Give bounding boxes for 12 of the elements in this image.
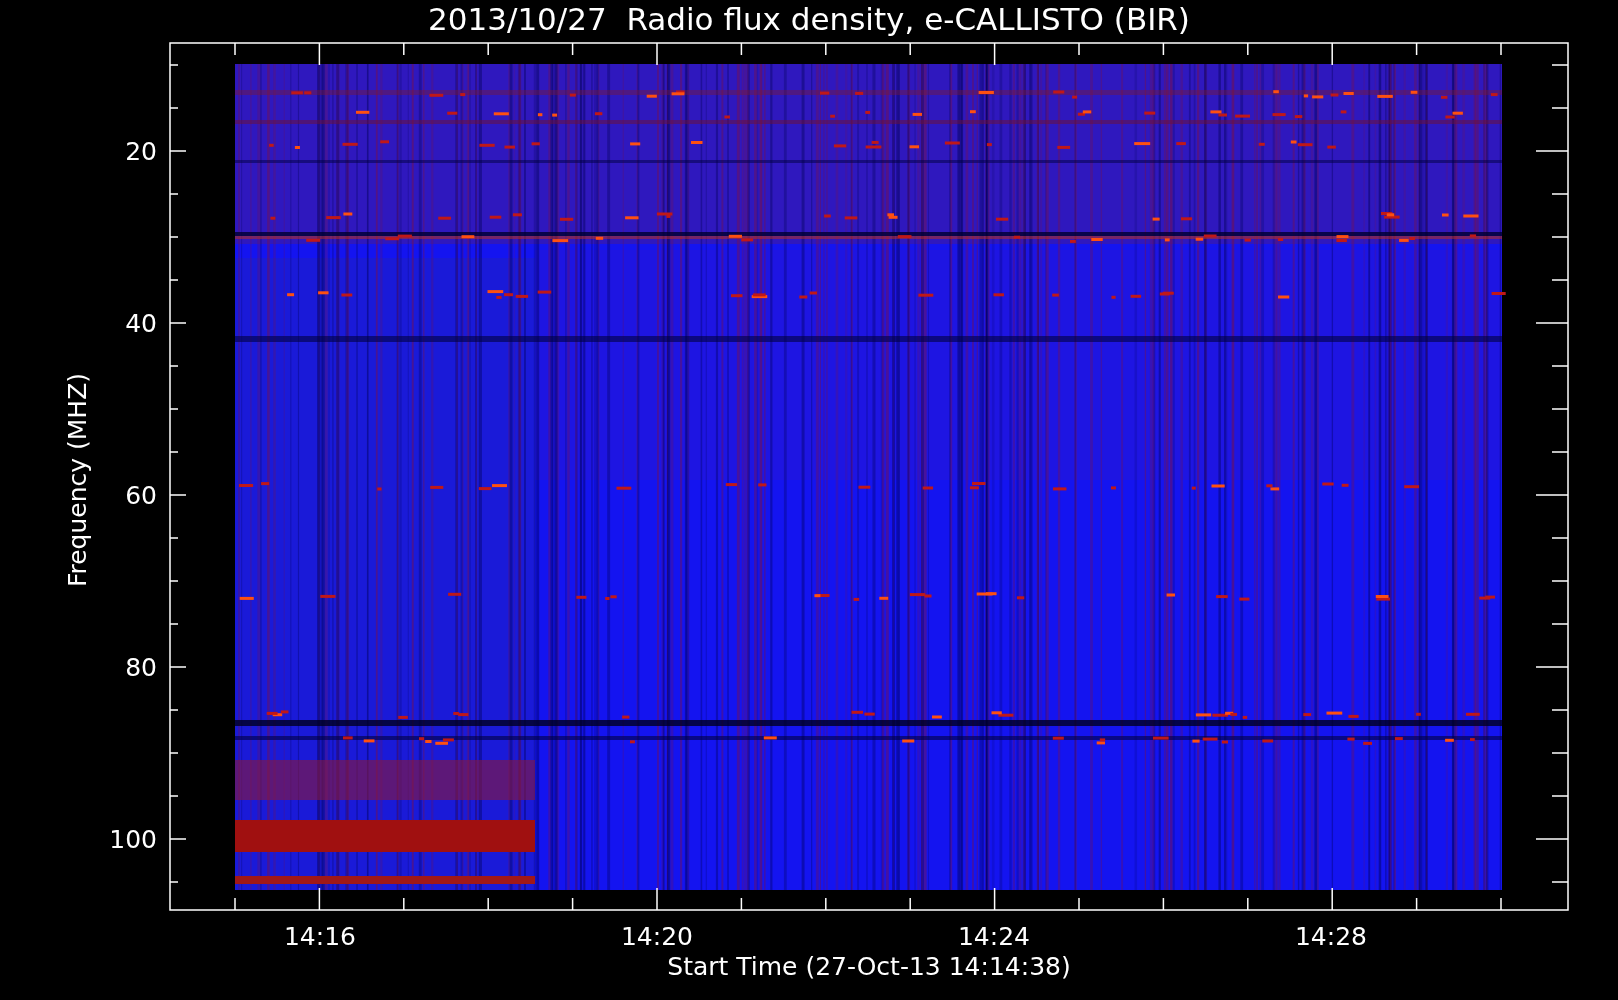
y-tick-label: 40 bbox=[125, 309, 157, 338]
x-tick-label: 14:20 bbox=[621, 922, 693, 951]
y-tick-label: 80 bbox=[125, 653, 157, 682]
x-tick-label: 14:16 bbox=[284, 922, 356, 951]
y-tick-label: 100 bbox=[109, 825, 157, 854]
y-tick-label: 60 bbox=[125, 481, 157, 510]
chart-title: 2013/10/27 Radio flux density, e-CALLISTO (BIR) bbox=[428, 1, 1190, 37]
y-axis-label: Frequency (MHZ) bbox=[63, 372, 92, 588]
x-axis-label: Start Time (27-Oct-13 14:14:38) bbox=[667, 952, 1071, 981]
x-tick-label: 14:28 bbox=[1295, 922, 1367, 951]
y-tick-label: 20 bbox=[125, 137, 157, 166]
x-tick-label: 14:24 bbox=[958, 922, 1030, 951]
